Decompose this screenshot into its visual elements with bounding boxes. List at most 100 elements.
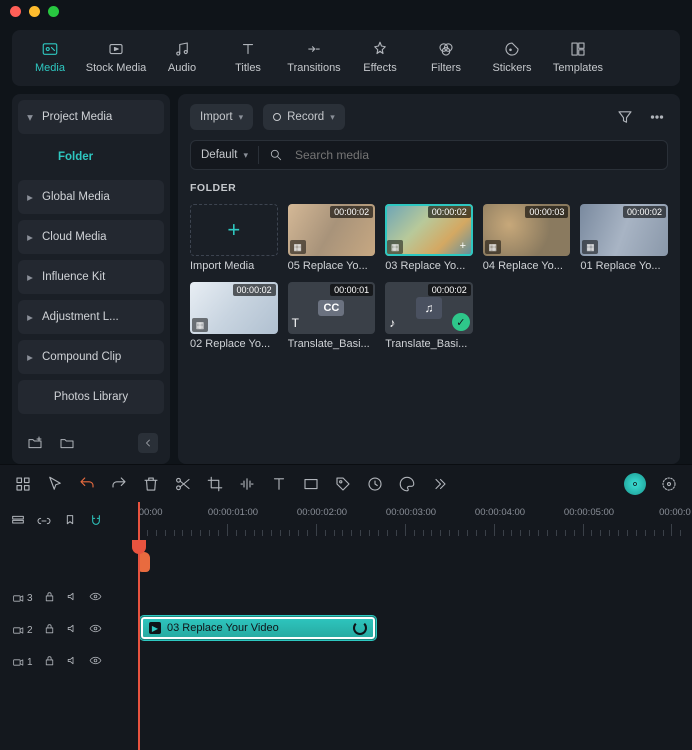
media-item[interactable]: 00:00:01TCC Translate_Basi...	[288, 282, 376, 350]
tab-audio[interactable]: Audio	[150, 34, 214, 82]
track-options-button[interactable]	[10, 513, 26, 532]
sidebar-item-photos-library[interactable]: Photos Library	[18, 380, 164, 414]
ruler-label: 00:00:01:00	[208, 507, 258, 518]
track-body[interactable]: ▶ 03 Replace Your Video	[138, 614, 692, 646]
media-item[interactable]: 00:00:02♪♫✓ Translate_Basi...	[385, 282, 473, 350]
media-grid: + Import Media 00:00:02▦ 05 Replace Yo..…	[190, 204, 668, 350]
add-to-timeline-icon[interactable]: +	[456, 239, 470, 253]
video-track-2: 2 ▶ 03 Replace Your Video	[0, 614, 692, 646]
chevron-right-icon: ▸	[26, 353, 34, 361]
target-icon	[660, 475, 678, 493]
tab-stickers[interactable]: Stickers	[480, 34, 544, 82]
card-label: 05 Replace Yo...	[288, 260, 376, 272]
magnet-button[interactable]	[88, 513, 104, 532]
lock-button[interactable]	[43, 654, 56, 670]
overflow-button[interactable]	[430, 475, 448, 493]
text-button[interactable]	[270, 475, 288, 493]
frame-button[interactable]	[302, 475, 320, 493]
tab-transitions[interactable]: Transitions	[282, 34, 346, 82]
visibility-button[interactable]	[89, 622, 102, 638]
chevron-right-icon: ▸	[26, 313, 34, 321]
ai-tools-button[interactable]	[624, 473, 646, 495]
track-number: 3	[27, 593, 33, 604]
card-label: Import Media	[190, 260, 278, 272]
tab-media[interactable]: Media	[18, 34, 82, 82]
sidebar-item-global-media[interactable]: ▸Global Media	[18, 180, 164, 214]
ruler-label: 00:00:05:00	[564, 507, 614, 518]
tag-button[interactable]	[334, 475, 352, 493]
speaker-icon	[66, 654, 79, 667]
close-window-button[interactable]	[10, 6, 21, 17]
media-item[interactable]: 00:00:03▦ 04 Replace Yo...	[483, 204, 571, 272]
sidebar-item-folder[interactable]: Folder	[18, 140, 164, 174]
lock-button[interactable]	[43, 590, 56, 606]
sidebar-item-influence-kit[interactable]: ▸Influence Kit	[18, 260, 164, 294]
import-dropdown[interactable]: Import▾	[190, 104, 253, 130]
timeline-controls	[0, 502, 138, 542]
speed-button[interactable]	[366, 475, 384, 493]
snap-button[interactable]	[14, 475, 32, 493]
zoom-window-button[interactable]	[48, 6, 59, 17]
delete-button[interactable]	[142, 475, 160, 493]
video-track-3: 3	[0, 582, 692, 614]
undo-icon	[78, 475, 96, 493]
card-label: 01 Replace Yo...	[580, 260, 668, 272]
sparkle-icon	[629, 478, 641, 490]
new-folon-button[interactable]	[24, 432, 46, 454]
sidebar-item-compound-clip[interactable]: ▸Compound Clip	[18, 340, 164, 374]
media-item[interactable]: 00:00:02▦ 01 Replace Yo...	[580, 204, 668, 272]
pointer-button[interactable]	[46, 475, 64, 493]
more-button[interactable]	[646, 106, 668, 128]
media-item[interactable]: 00:00:02▦ 02 Replace Yo...	[190, 282, 278, 350]
search-input[interactable]	[287, 148, 667, 162]
folder-button[interactable]	[56, 432, 78, 454]
redo-button[interactable]	[110, 475, 128, 493]
tab-filters[interactable]: Filters	[414, 34, 478, 82]
crop-button[interactable]	[206, 475, 224, 493]
tab-label: Audio	[168, 62, 196, 74]
mute-button[interactable]	[66, 622, 79, 638]
layers-icon	[10, 513, 26, 529]
split-button[interactable]	[174, 475, 192, 493]
sidebar-item-project-media[interactable]: ▾Project Media	[18, 100, 164, 134]
playhead[interactable]	[138, 502, 140, 750]
search-icon	[269, 148, 283, 162]
media-browser: Import▾ Record▾ Default▾ FOLDER + Import…	[178, 94, 680, 464]
filter-button[interactable]	[614, 106, 636, 128]
tab-effects[interactable]: Effects	[348, 34, 412, 82]
eye-icon	[89, 622, 102, 635]
marker-button[interactable]	[62, 513, 78, 532]
visibility-button[interactable]	[89, 654, 102, 670]
import-media-card[interactable]: + Import Media	[190, 204, 278, 272]
sidebar-item-adjustment-layer[interactable]: ▸Adjustment L...	[18, 300, 164, 334]
sort-dropdown[interactable]: Default▾	[191, 141, 258, 169]
minimize-window-button[interactable]	[29, 6, 40, 17]
mute-button[interactable]	[66, 590, 79, 606]
media-item[interactable]: 00:00:02▦+ 03 Replace Yo...	[385, 204, 473, 272]
track-body[interactable]	[138, 582, 692, 614]
lock-button[interactable]	[43, 622, 56, 638]
timeline-ruler[interactable]: 00:00:00 00:00:01:00 00:00:02:00 00:00:0…	[138, 502, 692, 542]
mute-button[interactable]	[66, 654, 79, 670]
timeline-clip[interactable]: ▶ 03 Replace Your Video	[140, 616, 376, 640]
media-item[interactable]: 00:00:02▦ 05 Replace Yo...	[288, 204, 376, 272]
collapse-sidebar-button[interactable]	[138, 433, 158, 453]
audio-detach-button[interactable]	[238, 475, 256, 493]
ruler-label: 00:00:0	[659, 507, 691, 518]
undo-button[interactable]	[78, 475, 96, 493]
render-button[interactable]	[660, 475, 678, 493]
tab-titles[interactable]: Titles	[216, 34, 280, 82]
sidebar-item-cloud-media[interactable]: ▸Cloud Media	[18, 220, 164, 254]
visibility-button[interactable]	[89, 590, 102, 606]
ruler-label: 00:00:04:00	[475, 507, 525, 518]
track-body[interactable]	[138, 646, 692, 678]
redo-icon	[110, 475, 128, 493]
video-badge-icon: ▦	[387, 240, 403, 254]
color-button[interactable]	[398, 475, 416, 493]
link-button[interactable]	[36, 513, 52, 532]
grid-icon	[14, 475, 32, 493]
effects-icon	[371, 40, 389, 58]
tab-stock-media[interactable]: Stock Media	[84, 34, 148, 82]
record-dropdown[interactable]: Record▾	[263, 104, 345, 130]
tab-templates[interactable]: Templates	[546, 34, 610, 82]
